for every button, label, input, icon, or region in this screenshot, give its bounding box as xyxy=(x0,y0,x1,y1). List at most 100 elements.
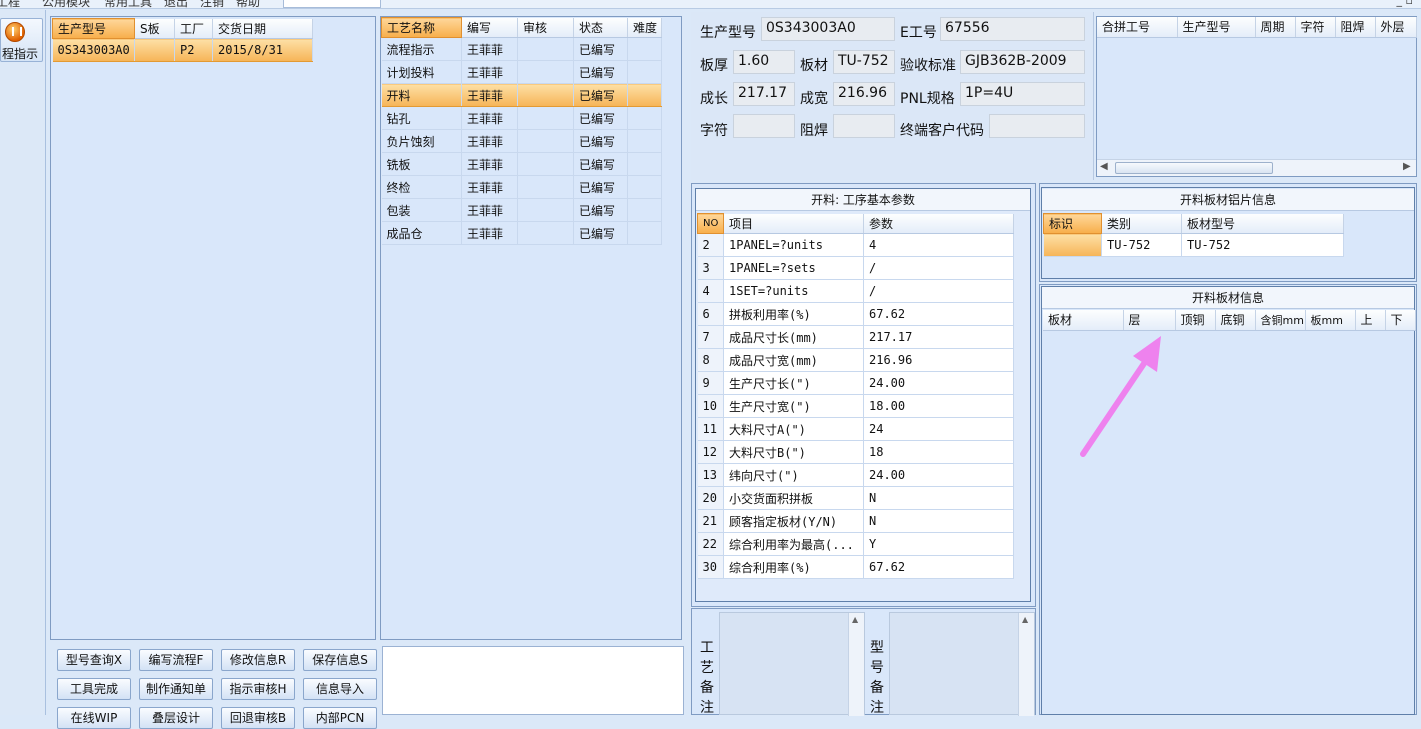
table-row[interactable]: 计划投料 王菲菲 已编写 xyxy=(381,60,662,84)
char-field[interactable] xyxy=(733,114,795,138)
process-difficulty[interactable] xyxy=(627,106,662,130)
rollback-review-button[interactable]: 回退审核B xyxy=(221,707,295,729)
param-value[interactable]: N xyxy=(863,486,1014,510)
make-notice-button[interactable]: 制作通知单 xyxy=(139,678,213,700)
table-row[interactable]: 11 大料尺寸A(") 24 xyxy=(697,417,1014,441)
sheet-cell-category[interactable]: TU-752 xyxy=(1101,233,1182,257)
param-value[interactable]: 4 xyxy=(863,233,1014,257)
process-status[interactable]: 已编写 xyxy=(573,60,628,84)
process-header-name[interactable]: 工艺名称 xyxy=(381,17,462,38)
process-review[interactable] xyxy=(517,175,574,199)
orders-header-model[interactable]: 生产型号 xyxy=(52,18,135,39)
param-value[interactable]: 24 xyxy=(863,417,1014,441)
notes-textarea[interactable] xyxy=(382,646,684,715)
param-item[interactable]: 大料尺寸B(") xyxy=(723,440,864,464)
process-review[interactable] xyxy=(517,221,574,245)
process-name[interactable]: 铣板 xyxy=(381,152,462,176)
process-name[interactable]: 负片蚀刻 xyxy=(381,129,462,153)
process-difficulty[interactable] xyxy=(627,198,662,222)
combo-header-char[interactable]: 字符 xyxy=(1295,17,1336,38)
process-header-status[interactable]: 状态 xyxy=(573,17,628,38)
param-no[interactable]: 7 xyxy=(697,325,724,349)
process-status[interactable]: 已编写 xyxy=(573,37,628,61)
process-difficulty[interactable] xyxy=(627,129,662,153)
combo-header-model[interactable]: 生产型号 xyxy=(1177,17,1256,38)
process-name[interactable]: 开料 xyxy=(381,83,462,107)
param-value[interactable]: 67.62 xyxy=(863,555,1014,579)
process-status[interactable]: 已编写 xyxy=(573,175,628,199)
orders-header-factory[interactable]: 工厂 xyxy=(174,18,213,39)
table-row[interactable]: 13 纬向尺寸(") 24.00 xyxy=(697,463,1014,487)
material-header-down[interactable]: 下 xyxy=(1385,310,1416,331)
table-row[interactable]: 22 综合利用率为最高(... Y xyxy=(697,532,1014,556)
table-row[interactable]: 9 生产尺寸长(") 24.00 xyxy=(697,371,1014,395)
param-value[interactable]: N xyxy=(863,509,1014,533)
table-row[interactable]: 成品仓 王菲菲 已编写 xyxy=(381,221,662,245)
param-no[interactable]: 13 xyxy=(697,463,724,487)
process-writer[interactable]: 王菲菲 xyxy=(461,152,518,176)
table-row[interactable]: 10 生产尺寸宽(") 18.00 xyxy=(697,394,1014,418)
param-no[interactable]: 21 xyxy=(697,509,724,533)
process-status[interactable]: 已编写 xyxy=(573,152,628,176)
process-name[interactable]: 包装 xyxy=(381,198,462,222)
order-date[interactable]: 2015/8/31 xyxy=(212,38,313,62)
param-value[interactable]: 217.17 xyxy=(863,325,1014,349)
table-row[interactable]: 21 顾客指定板材(Y/N) N xyxy=(697,509,1014,533)
param-value[interactable]: Y xyxy=(863,532,1014,556)
param-no[interactable]: 30 xyxy=(697,555,724,579)
model-field[interactable]: 0S343003A0 xyxy=(761,17,895,41)
table-row[interactable]: 7 成品尺寸长(mm) 217.17 xyxy=(697,325,1014,349)
param-item[interactable]: 1SET=?units xyxy=(723,279,864,303)
sheet-header-category[interactable]: 类别 xyxy=(1101,213,1182,234)
menu-item-tools[interactable]: 常用工具 xyxy=(104,0,152,8)
table-row[interactable]: 8 成品尺寸宽(mm) 216.96 xyxy=(697,348,1014,372)
process-remark-textarea[interactable]: ▲ xyxy=(719,612,865,716)
process-writer[interactable]: 王菲菲 xyxy=(461,37,518,61)
material-header-with-cu[interactable]: 含铜mm xyxy=(1255,310,1306,331)
stack-design-button[interactable]: 叠层设计 xyxy=(139,707,213,729)
process-remark-scrollbar[interactable]: ▲ xyxy=(848,613,864,716)
param-value[interactable]: 18.00 xyxy=(863,394,1014,418)
table-row[interactable]: 3 1PANEL=?sets / xyxy=(697,256,1014,280)
param-value[interactable]: 24.00 xyxy=(863,371,1014,395)
param-no[interactable]: 22 xyxy=(697,532,724,556)
process-writer[interactable]: 王菲菲 xyxy=(461,129,518,153)
table-row[interactable]: 铣板 王菲菲 已编写 xyxy=(381,152,662,176)
order-s[interactable] xyxy=(134,38,175,62)
scroll-right-icon[interactable]: ▶ xyxy=(1403,161,1411,172)
eno-field[interactable]: 67556 xyxy=(940,17,1085,41)
order-factory[interactable]: P2 xyxy=(174,38,213,62)
param-item[interactable]: 生产尺寸长(") xyxy=(723,371,864,395)
process-name[interactable]: 计划投料 xyxy=(381,60,462,84)
material-field[interactable]: TU-752 xyxy=(833,50,895,74)
param-item[interactable]: 成品尺寸宽(mm) xyxy=(723,348,864,372)
scroll-up-icon[interactable]: ▲ xyxy=(852,615,858,624)
combo-scroll-thumb[interactable] xyxy=(1115,162,1273,174)
param-no[interactable]: 11 xyxy=(697,417,724,441)
process-name[interactable]: 流程指示 xyxy=(381,37,462,61)
process-review[interactable] xyxy=(517,129,574,153)
order-model[interactable]: 0S343003A0 xyxy=(52,38,135,62)
program-indication-button[interactable]: 程指示 xyxy=(0,18,43,62)
param-item[interactable]: 纬向尺寸(") xyxy=(723,463,864,487)
process-difficulty[interactable] xyxy=(627,175,662,199)
param-no[interactable]: 6 xyxy=(697,302,724,326)
menu-item-exit[interactable]: 退出 xyxy=(164,0,188,8)
model-remark-scrollbar[interactable]: ▲ xyxy=(1018,613,1034,716)
menu-item-public[interactable]: 公用模块 xyxy=(42,0,90,8)
param-item[interactable]: 小交货面积拼板 xyxy=(723,486,864,510)
write-flow-button[interactable]: 编写流程F xyxy=(139,649,213,671)
process-name[interactable]: 终检 xyxy=(381,175,462,199)
table-row[interactable]: 20 小交货面积拼板 N xyxy=(697,486,1014,510)
params-header-no[interactable]: NO xyxy=(697,213,724,234)
scroll-left-icon[interactable]: ◀ xyxy=(1100,161,1108,172)
combo-header-outer[interactable]: 外层 xyxy=(1375,17,1417,38)
params-header-value[interactable]: 参数 xyxy=(863,213,1014,234)
combo-header-period[interactable]: 周期 xyxy=(1255,17,1296,38)
review-indication-button[interactable]: 指示审核H xyxy=(221,678,295,700)
import-info-button[interactable]: 信息导入 xyxy=(303,678,377,700)
process-difficulty[interactable] xyxy=(627,152,662,176)
param-item[interactable]: 1PANEL=?units xyxy=(723,233,864,257)
process-status[interactable]: 已编写 xyxy=(573,198,628,222)
param-value[interactable]: 18 xyxy=(863,440,1014,464)
